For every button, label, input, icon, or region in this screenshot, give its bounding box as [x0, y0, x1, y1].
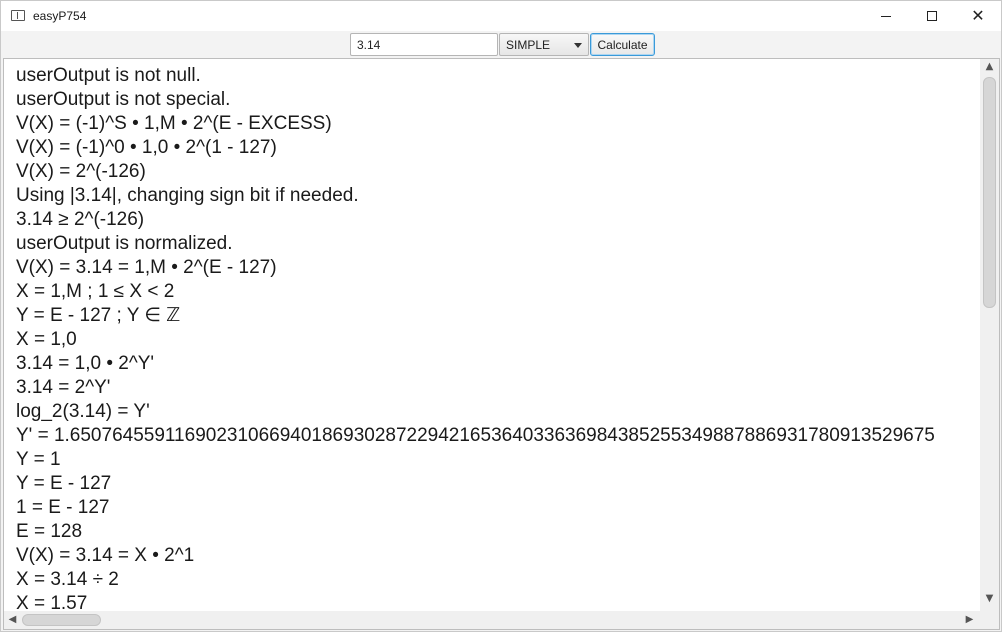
- output-line: E = 128: [16, 521, 83, 542]
- output-line: 3.14 ≥ 2^(-126): [16, 209, 145, 230]
- vertical-scrollbar[interactable]: ▲ ▼: [980, 59, 999, 611]
- output-line: Using |3.14|, changing sign bit if neede…: [16, 185, 359, 206]
- output-line: V(X) = 2^(-126): [16, 161, 146, 182]
- app-window: easyP754 ✕ SIMPLE Calculate userOutput i…: [0, 0, 1002, 632]
- maximize-button[interactable]: [909, 1, 955, 31]
- maximize-icon: [927, 11, 937, 21]
- scroll-up-icon[interactable]: ▲: [984, 61, 995, 72]
- minimize-button[interactable]: [863, 1, 909, 31]
- output-line: 3.14 = 2^Y': [16, 377, 111, 398]
- output-line: userOutput is not null.: [16, 65, 201, 86]
- output-line: Y = E - 127 ; Y ∈ ℤ: [16, 305, 181, 326]
- output-line: Y = 1: [16, 449, 61, 470]
- title-bar[interactable]: easyP754 ✕: [1, 1, 1001, 31]
- output-line: V(X) = (-1)^S • 1,M • 2^(E - EXCESS): [16, 113, 332, 134]
- app-icon: [11, 10, 25, 21]
- close-icon: ✕: [971, 6, 985, 25]
- output-line: V(X) = (-1)^0 • 1,0 • 2^(1 - 127): [16, 137, 277, 158]
- output-line: X = 3.14 ÷ 2: [16, 569, 119, 590]
- output-lines: userOutput is not null. userOutput is not…: [16, 64, 979, 609]
- output-line: Y' = 1.650764559116902310669401869302872…: [16, 425, 935, 446]
- chevron-down-icon: [574, 43, 582, 48]
- output-line: V(X) = 3.14 = 1,M • 2^(E - 127): [16, 257, 277, 278]
- number-input[interactable]: [350, 33, 498, 56]
- mode-select[interactable]: SIMPLE: [499, 33, 589, 56]
- output-line: X = 1,M ; 1 ≤ X < 2: [16, 281, 175, 302]
- output-line: V(X) = 3.14 = X • 2^1: [16, 545, 195, 566]
- minimize-icon: [881, 15, 891, 17]
- scroll-right-icon[interactable]: ▶: [964, 614, 975, 626]
- output-line: X = 1,0: [16, 329, 77, 350]
- output-text-area[interactable]: userOutput is not null. userOutput is not…: [3, 58, 1000, 630]
- output-line: userOutput is not special.: [16, 89, 231, 110]
- horizontal-scroll-thumb[interactable]: [22, 614, 101, 626]
- output-line: Y = E - 127: [16, 473, 112, 494]
- mode-select-value: SIMPLE: [506, 38, 551, 52]
- close-button[interactable]: ✕: [955, 1, 1001, 31]
- calculate-button[interactable]: Calculate: [590, 33, 655, 56]
- output-line: 1 = E - 127: [16, 497, 110, 518]
- output-line: log_2(3.14) = Y': [16, 401, 150, 422]
- output-line: 3.14 = 1,0 • 2^Y': [16, 353, 155, 374]
- output-line: X = 1.57: [16, 593, 88, 609]
- horizontal-scrollbar[interactable]: ◀ ▶: [4, 611, 980, 629]
- toolbar: SIMPLE Calculate: [1, 31, 1001, 58]
- scroll-left-icon[interactable]: ◀: [7, 614, 18, 626]
- vertical-scroll-thumb[interactable]: [983, 77, 996, 308]
- scrollbar-corner: [980, 611, 999, 629]
- scroll-down-icon[interactable]: ▼: [984, 593, 995, 604]
- window-title: easyP754: [33, 9, 87, 23]
- output-line: userOutput is normalized.: [16, 233, 233, 254]
